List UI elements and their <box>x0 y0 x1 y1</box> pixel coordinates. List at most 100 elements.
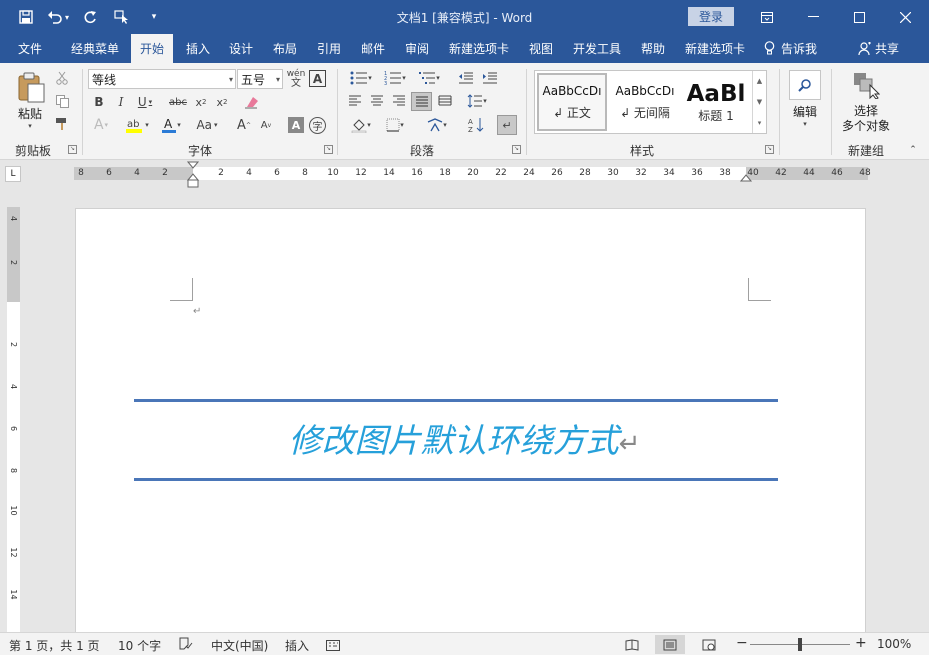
chevron-up-icon[interactable]: ▲ <box>757 77 762 85</box>
tab-layout[interactable]: 布局 <box>265 34 305 63</box>
superscript-icon[interactable]: x2 <box>213 93 231 111</box>
zoom-slider-thumb[interactable] <box>798 638 802 651</box>
tab-new-tab-2[interactable]: 新建选项卡 <box>678 34 752 63</box>
tab-new-tab[interactable]: 新建选项卡 <box>442 34 516 63</box>
bullets-icon[interactable]: ▾ <box>346 70 376 86</box>
chinese-layout-icon[interactable]: ▾ <box>422 116 452 134</box>
language-indicator[interactable]: 中文(中国) <box>211 637 268 654</box>
zoom-level[interactable]: 100% <box>877 637 911 651</box>
share-button[interactable]: 共享 <box>858 34 899 63</box>
tab-review[interactable]: 审阅 <box>397 34 437 63</box>
numbering-icon[interactable]: 1 2 3 ▾ <box>380 70 410 86</box>
indent-marker-icon[interactable] <box>187 161 199 189</box>
decrease-indent-icon[interactable] <box>456 70 476 86</box>
phonetic-guide-icon[interactable]: wén 文 <box>286 69 306 89</box>
redo-icon[interactable] <box>76 6 104 28</box>
select-objects-icon[interactable] <box>850 70 882 100</box>
login-button[interactable]: 登录 <box>688 7 734 26</box>
touch-mode-icon[interactable] <box>108 6 136 28</box>
editing-dropdown-icon[interactable]: ▾ <box>799 119 811 129</box>
tab-help[interactable]: 帮助 <box>633 34 673 63</box>
word-count[interactable]: 10 个字 <box>118 637 161 654</box>
tab-view[interactable]: 视图 <box>521 34 561 63</box>
tell-me-search[interactable]: 告诉我 <box>764 34 817 63</box>
gallery-scrollbar[interactable]: ▲ ▼ ▾ <box>752 71 766 133</box>
close-icon[interactable] <box>882 0 928 34</box>
zoom-in-icon[interactable]: + <box>855 635 867 651</box>
clear-formatting-icon[interactable] <box>242 93 262 111</box>
customize-icon[interactable]: ▾ <box>140 6 168 28</box>
grow-font-icon[interactable]: A ^ <box>236 115 252 135</box>
clipboard-launcher-icon[interactable]: ↘ <box>68 145 77 154</box>
distributed-icon[interactable] <box>436 93 454 109</box>
copy-icon[interactable] <box>53 93 71 109</box>
align-right-icon[interactable] <box>390 93 408 109</box>
collapse-ribbon-icon[interactable]: ⌃ <box>906 145 920 155</box>
tab-references[interactable]: 引用 <box>309 34 349 63</box>
style-no-spacing[interactable]: AaBbCcDı ↲ 无间隔 <box>610 73 680 131</box>
strikethrough-icon[interactable]: abc <box>168 93 188 111</box>
multilevel-list-icon[interactable]: ▾ <box>414 70 444 86</box>
minimize-icon[interactable] <box>790 0 836 34</box>
style-normal[interactable]: AaBbCcDı ↲ 正文 <box>537 73 607 131</box>
right-indent-marker-icon[interactable] <box>740 173 752 183</box>
more-icon[interactable]: ▾ <box>758 119 762 127</box>
font-color-icon[interactable]: A ▾ <box>156 115 186 135</box>
tab-file[interactable]: 文件 <box>6 34 54 63</box>
show-marks-icon[interactable]: ↵ <box>497 115 517 135</box>
character-border-icon[interactable]: A <box>309 70 326 87</box>
tab-insert[interactable]: 插入 <box>178 34 218 63</box>
editing-button[interactable]: 编辑 <box>786 103 824 119</box>
tab-mailings[interactable]: 邮件 <box>353 34 393 63</box>
proofing-icon[interactable] <box>178 636 194 652</box>
maximize-icon[interactable] <box>836 0 882 34</box>
print-layout-icon[interactable] <box>655 635 685 654</box>
enclose-characters-icon[interactable]: 字 <box>309 117 326 134</box>
paragraph-launcher-icon[interactable]: ↘ <box>512 145 521 154</box>
justify-icon[interactable] <box>411 92 432 111</box>
select-objects-button[interactable]: 选择 多个对象 <box>836 103 896 135</box>
align-left-icon[interactable] <box>346 93 364 109</box>
highlight-icon[interactable]: ab ▾ <box>120 115 154 135</box>
tab-selector-icon[interactable]: L <box>5 166 21 182</box>
save-icon[interactable] <box>12 6 40 28</box>
macro-icon[interactable] <box>325 636 341 652</box>
tab-developer[interactable]: 开发工具 <box>566 34 628 63</box>
paste-button[interactable]: 粘贴 <box>10 105 50 121</box>
tab-classic-menu[interactable]: 经典菜单 <box>62 34 128 63</box>
style-heading-1[interactable]: AaBl 标题 1 <box>681 73 751 131</box>
character-shading-icon[interactable]: A <box>288 117 304 133</box>
search-icon[interactable] <box>789 70 821 100</box>
paste-dropdown-icon[interactable]: ▾ <box>24 121 36 131</box>
change-case-icon[interactable]: Aa ▾ <box>192 115 222 135</box>
shading-icon[interactable]: ▾ <box>346 116 376 134</box>
insert-mode[interactable]: 插入 <box>285 637 309 654</box>
paste-icon[interactable] <box>14 71 48 105</box>
cut-icon[interactable] <box>53 70 71 86</box>
borders-icon[interactable]: ▾ <box>380 116 410 134</box>
page-count[interactable]: 第 1 页，共 1 页 <box>9 637 100 654</box>
read-mode-icon[interactable] <box>617 635 647 654</box>
tab-home[interactable]: 开始 <box>131 34 173 63</box>
zoom-out-icon[interactable]: − <box>736 635 748 651</box>
line-spacing-icon[interactable]: ▾ <box>462 93 492 109</box>
document-heading[interactable]: 修改图片默认环绕方式↵ <box>0 414 929 462</box>
web-layout-icon[interactable] <box>694 635 724 654</box>
italic-icon[interactable]: I <box>112 93 130 111</box>
undo-icon[interactable]: ▾ <box>44 6 72 28</box>
subscript-icon[interactable]: x2 <box>192 93 210 111</box>
font-launcher-icon[interactable]: ↘ <box>324 145 333 154</box>
chevron-down-icon[interactable]: ▼ <box>757 98 762 106</box>
ribbon-display-icon[interactable] <box>744 0 790 34</box>
text-effects-icon[interactable]: A ▾ <box>90 115 112 135</box>
format-painter-icon[interactable] <box>53 116 71 132</box>
underline-icon[interactable]: U ▾ <box>134 93 156 111</box>
font-name-input[interactable]: 等线 ▾ <box>88 69 236 89</box>
increase-indent-icon[interactable] <box>480 70 500 86</box>
tab-design[interactable]: 设计 <box>222 34 260 63</box>
styles-launcher-icon[interactable]: ↘ <box>765 145 774 154</box>
align-center-icon[interactable] <box>368 93 386 109</box>
font-size-input[interactable]: 五号 ▾ <box>237 69 283 89</box>
sort-icon[interactable]: AZ <box>466 116 486 134</box>
bold-icon[interactable]: B <box>90 93 108 111</box>
